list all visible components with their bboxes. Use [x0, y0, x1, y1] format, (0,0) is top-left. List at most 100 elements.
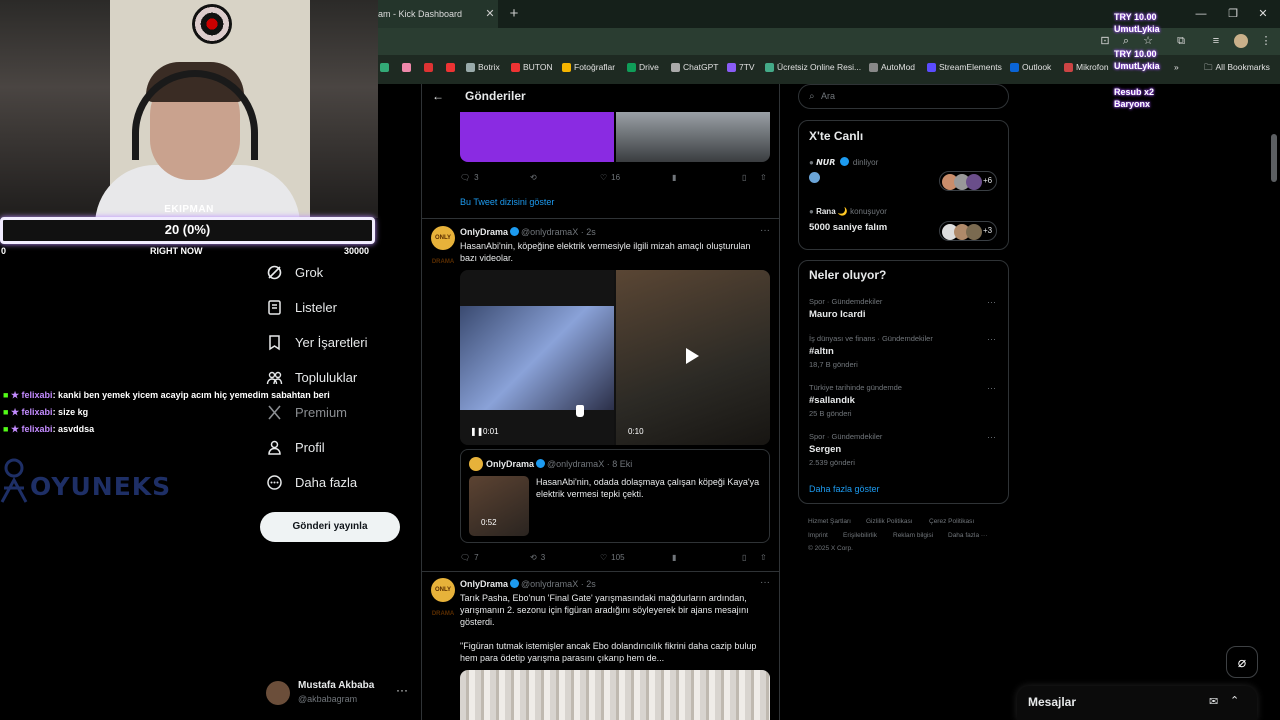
bookmark-icon[interactable] [380, 58, 389, 76]
bookmark-item[interactable]: Botrix [466, 58, 500, 76]
footer-link[interactable]: Erişilebilirlik [843, 532, 877, 539]
share-icon[interactable]: ⇧ [760, 170, 767, 184]
more-icon[interactable]: ··· [760, 225, 770, 236]
close-window-icon[interactable]: ✕ [1248, 0, 1278, 28]
post-image[interactable] [460, 670, 770, 720]
more-icon[interactable]: ··· [396, 683, 408, 697]
back-arrow-icon[interactable]: ← [432, 89, 444, 103]
nav-item-premium[interactable]: Premium [266, 401, 347, 423]
more-icon[interactable]: ··· [987, 432, 996, 442]
nav-item-profil[interactable]: Profil [266, 436, 325, 458]
close-tab-icon[interactable]: ✕ [482, 0, 498, 28]
bookmark-icon[interactable] [424, 58, 433, 76]
bookmark-icon[interactable]: ▯ [742, 170, 746, 184]
repost-button[interactable]: ⟲ 3 [530, 550, 545, 564]
star-icon[interactable]: ☆ [1140, 33, 1156, 49]
reply-button[interactable]: 🗨 3 [460, 170, 479, 184]
messages-drawer[interactable]: Mesajlar ✉ ⌃ [1017, 686, 1257, 720]
more-icon[interactable]: ··· [987, 383, 996, 393]
like-button[interactable]: ♡ 105 [600, 550, 625, 564]
extensions-icon[interactable]: ⧉ [1173, 33, 1189, 49]
install-icon[interactable]: ⊡ [1097, 33, 1113, 49]
bookmark-item[interactable]: Mikrofon [1064, 58, 1109, 76]
bookmark-item[interactable]: BUTON [511, 58, 553, 76]
listeners-stack[interactable]: +6 [939, 171, 997, 191]
nav-item-daha-fazla[interactable]: Daha fazla [266, 471, 357, 493]
video-grid[interactable]: ❚❚ 0:01 0:10 [460, 270, 770, 445]
avatar[interactable]: ONLY DRAMA [431, 578, 455, 617]
live-space-title[interactable]: 5000 saniye falım [809, 222, 887, 233]
bookmark-icon[interactable]: ▯ [742, 550, 746, 564]
video-thumbnail[interactable]: 0:10 [616, 270, 770, 445]
footer-link[interactable]: Reklam bilgisi [893, 532, 933, 539]
bookmark-item[interactable]: 7TV [727, 58, 755, 76]
live-row[interactable]: ● 𝙉𝙐𝙍 dinliyor [809, 157, 878, 167]
share-icon[interactable]: ⇧ [760, 550, 767, 564]
search-box[interactable]: ⌕ Ara [798, 84, 1009, 109]
new-message-icon[interactable]: ✉ [1209, 695, 1218, 708]
reply-button[interactable]: 🗨 7 [460, 550, 479, 564]
avatar[interactable]: ONLY DRAMA [431, 226, 455, 265]
minimize-icon[interactable]: — [1186, 0, 1216, 28]
chat-user: felixabi [21, 424, 53, 434]
footer-link[interactable]: Imprint [808, 532, 828, 539]
tab-title: am - Kick Dashboard [378, 9, 463, 19]
new-tab-icon[interactable]: + [504, 0, 524, 28]
more-icon[interactable]: ··· [987, 334, 996, 344]
repost-button[interactable]: ⟲ [530, 170, 537, 184]
bookmark-item[interactable]: Ücretsiz Online Resi... [765, 58, 861, 76]
trend-item[interactable]: Türkiye tarihinde gündemde #sallandık 25 B… [809, 383, 999, 423]
more-icon[interactable]: ··· [760, 577, 770, 588]
menu-icon[interactable]: ⋮ [1258, 33, 1274, 49]
restore-icon[interactable]: ❐ [1218, 0, 1248, 28]
nav-item-yer-i-şaretleri[interactable]: Yer İşaretleri [266, 331, 368, 353]
zoom-icon[interactable]: ⌕ [1118, 33, 1134, 49]
account-switcher[interactable]: Mustafa Akbaba @akbabagram ··· [266, 678, 411, 708]
chevron-up-icon[interactable]: ⌃ [1230, 694, 1239, 707]
bookmark-item[interactable]: ChatGPT [671, 58, 718, 76]
trend-item[interactable]: Spor · Gündemdekiler Mauro Icardi ··· [809, 297, 999, 337]
grok-icon[interactable]: ⌀ [1226, 646, 1258, 678]
footer-link[interactable]: Daha fazla ··· [948, 532, 987, 539]
post-button[interactable]: Gönderi yayınla [260, 512, 400, 542]
views-icon[interactable]: ▮ [672, 550, 676, 564]
footer-link[interactable]: Çerez Politikası [929, 518, 974, 525]
nav-item-listeler[interactable]: Listeler [266, 296, 337, 318]
more-bookmarks[interactable]: » [1174, 58, 1179, 76]
scrollbar[interactable] [1271, 134, 1277, 182]
post-image [460, 112, 614, 162]
trend-item[interactable]: Spor · Gündemdekiler Sergen 2.539 gönderi ·… [809, 432, 999, 472]
nav-item-topluluklar[interactable]: Topluluklar [266, 366, 357, 388]
play-icon[interactable] [686, 348, 699, 364]
browser-tab[interactable]: am - Kick Dashboard [378, 0, 498, 28]
video-thumbnail[interactable]: ❚❚ 0:01 [460, 270, 614, 445]
show-thread-link[interactable]: Bu Tweet dizisini göster [460, 197, 554, 207]
trends-card: Neler oluyor? Daha fazla göster Spor · G… [798, 260, 1009, 504]
bookmark-item[interactable]: Fotoğraflar [562, 58, 615, 76]
bookmark-item[interactable]: Outlook [1010, 58, 1051, 76]
post-author[interactable]: OnlyDrama @onlydramaX · 2s [460, 227, 596, 237]
all-bookmarks[interactable]: 🗀 All Bookmarks [1204, 58, 1270, 76]
post-author[interactable]: OnlyDrama @onlydramaX · 2s [460, 579, 596, 589]
trend-name: Sergen [809, 444, 842, 455]
trend-item[interactable]: İş dünyası ve finans · Gündemdekiler #alt… [809, 334, 999, 374]
bookmark-icon[interactable] [446, 58, 455, 76]
like-button[interactable]: ♡ 16 [600, 170, 620, 184]
quoted-post[interactable]: OnlyDrama @onlydramaX · 8 Eki 0:52 HasanA… [460, 449, 770, 543]
bookmark-item[interactable]: AutoMod [869, 58, 915, 76]
footer-link[interactable]: Hizmet Şartları [808, 518, 851, 525]
profile-avatar-icon[interactable] [1234, 34, 1248, 48]
bookmark-icon[interactable] [402, 58, 411, 76]
more-icon[interactable]: ··· [987, 297, 996, 307]
nav-item-grok[interactable]: Grok [266, 261, 323, 283]
bookmark-item[interactable]: StreamElements [927, 58, 1002, 76]
show-more-link[interactable]: Daha fazla göster [809, 484, 880, 494]
live-row[interactable]: ● Rana 🌙 konuşuyor [809, 207, 887, 216]
media-icon[interactable]: ≡ [1208, 33, 1224, 49]
listeners-stack[interactable]: +3 [939, 221, 997, 241]
pause-icon[interactable]: ❚❚ [470, 427, 483, 436]
footer-link[interactable]: Gizlilik Politikası [866, 518, 913, 525]
bookmark-item[interactable]: Drive [627, 58, 659, 76]
chat-text: : asvddsa [52, 424, 95, 434]
views-icon[interactable]: ▮ [672, 170, 676, 184]
